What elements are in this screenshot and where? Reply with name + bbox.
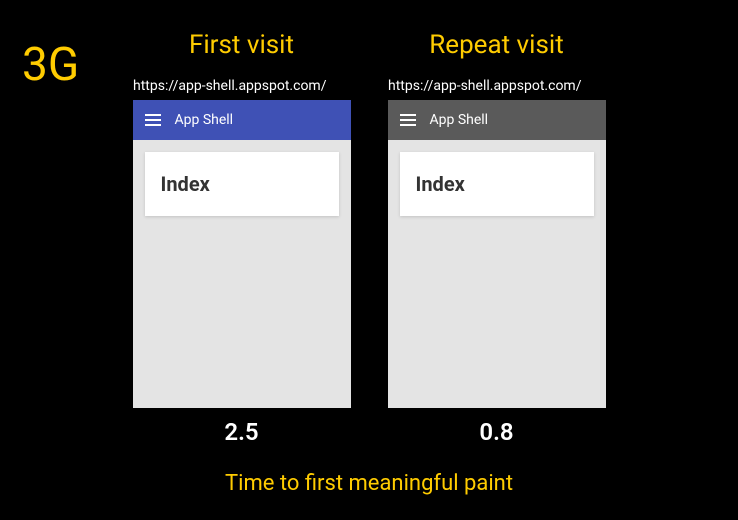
- content-area: Index: [133, 140, 351, 408]
- card-heading: Index: [161, 172, 323, 196]
- content-card: Index: [400, 152, 594, 216]
- url-label: https://app-shell.appspot.com/: [384, 78, 581, 94]
- content-area: Index: [388, 140, 606, 408]
- column-title: First visit: [189, 30, 294, 60]
- comparison-columns: First visit https://app-shell.appspot.co…: [0, 0, 738, 446]
- app-title: App Shell: [175, 112, 234, 128]
- app-bar: App Shell: [133, 100, 351, 140]
- network-badge: 3G: [22, 38, 79, 92]
- app-bar: App Shell: [388, 100, 606, 140]
- chart-caption: Time to first meaningful paint: [0, 471, 738, 496]
- timing-value: 2.5: [224, 418, 258, 446]
- app-title: App Shell: [430, 112, 489, 128]
- phone-mockup-repeat: App Shell Index: [388, 100, 606, 408]
- phone-mockup-first: App Shell Index: [133, 100, 351, 408]
- url-label: https://app-shell.appspot.com/: [129, 78, 326, 94]
- content-card: Index: [145, 152, 339, 216]
- hamburger-icon[interactable]: [145, 114, 161, 126]
- repeat-visit-column: Repeat visit https://app-shell.appspot.c…: [384, 30, 609, 446]
- first-visit-column: First visit https://app-shell.appspot.co…: [129, 30, 354, 446]
- card-heading: Index: [416, 172, 578, 196]
- column-title: Repeat visit: [429, 30, 563, 60]
- hamburger-icon[interactable]: [400, 114, 416, 126]
- timing-value: 0.8: [479, 418, 513, 446]
